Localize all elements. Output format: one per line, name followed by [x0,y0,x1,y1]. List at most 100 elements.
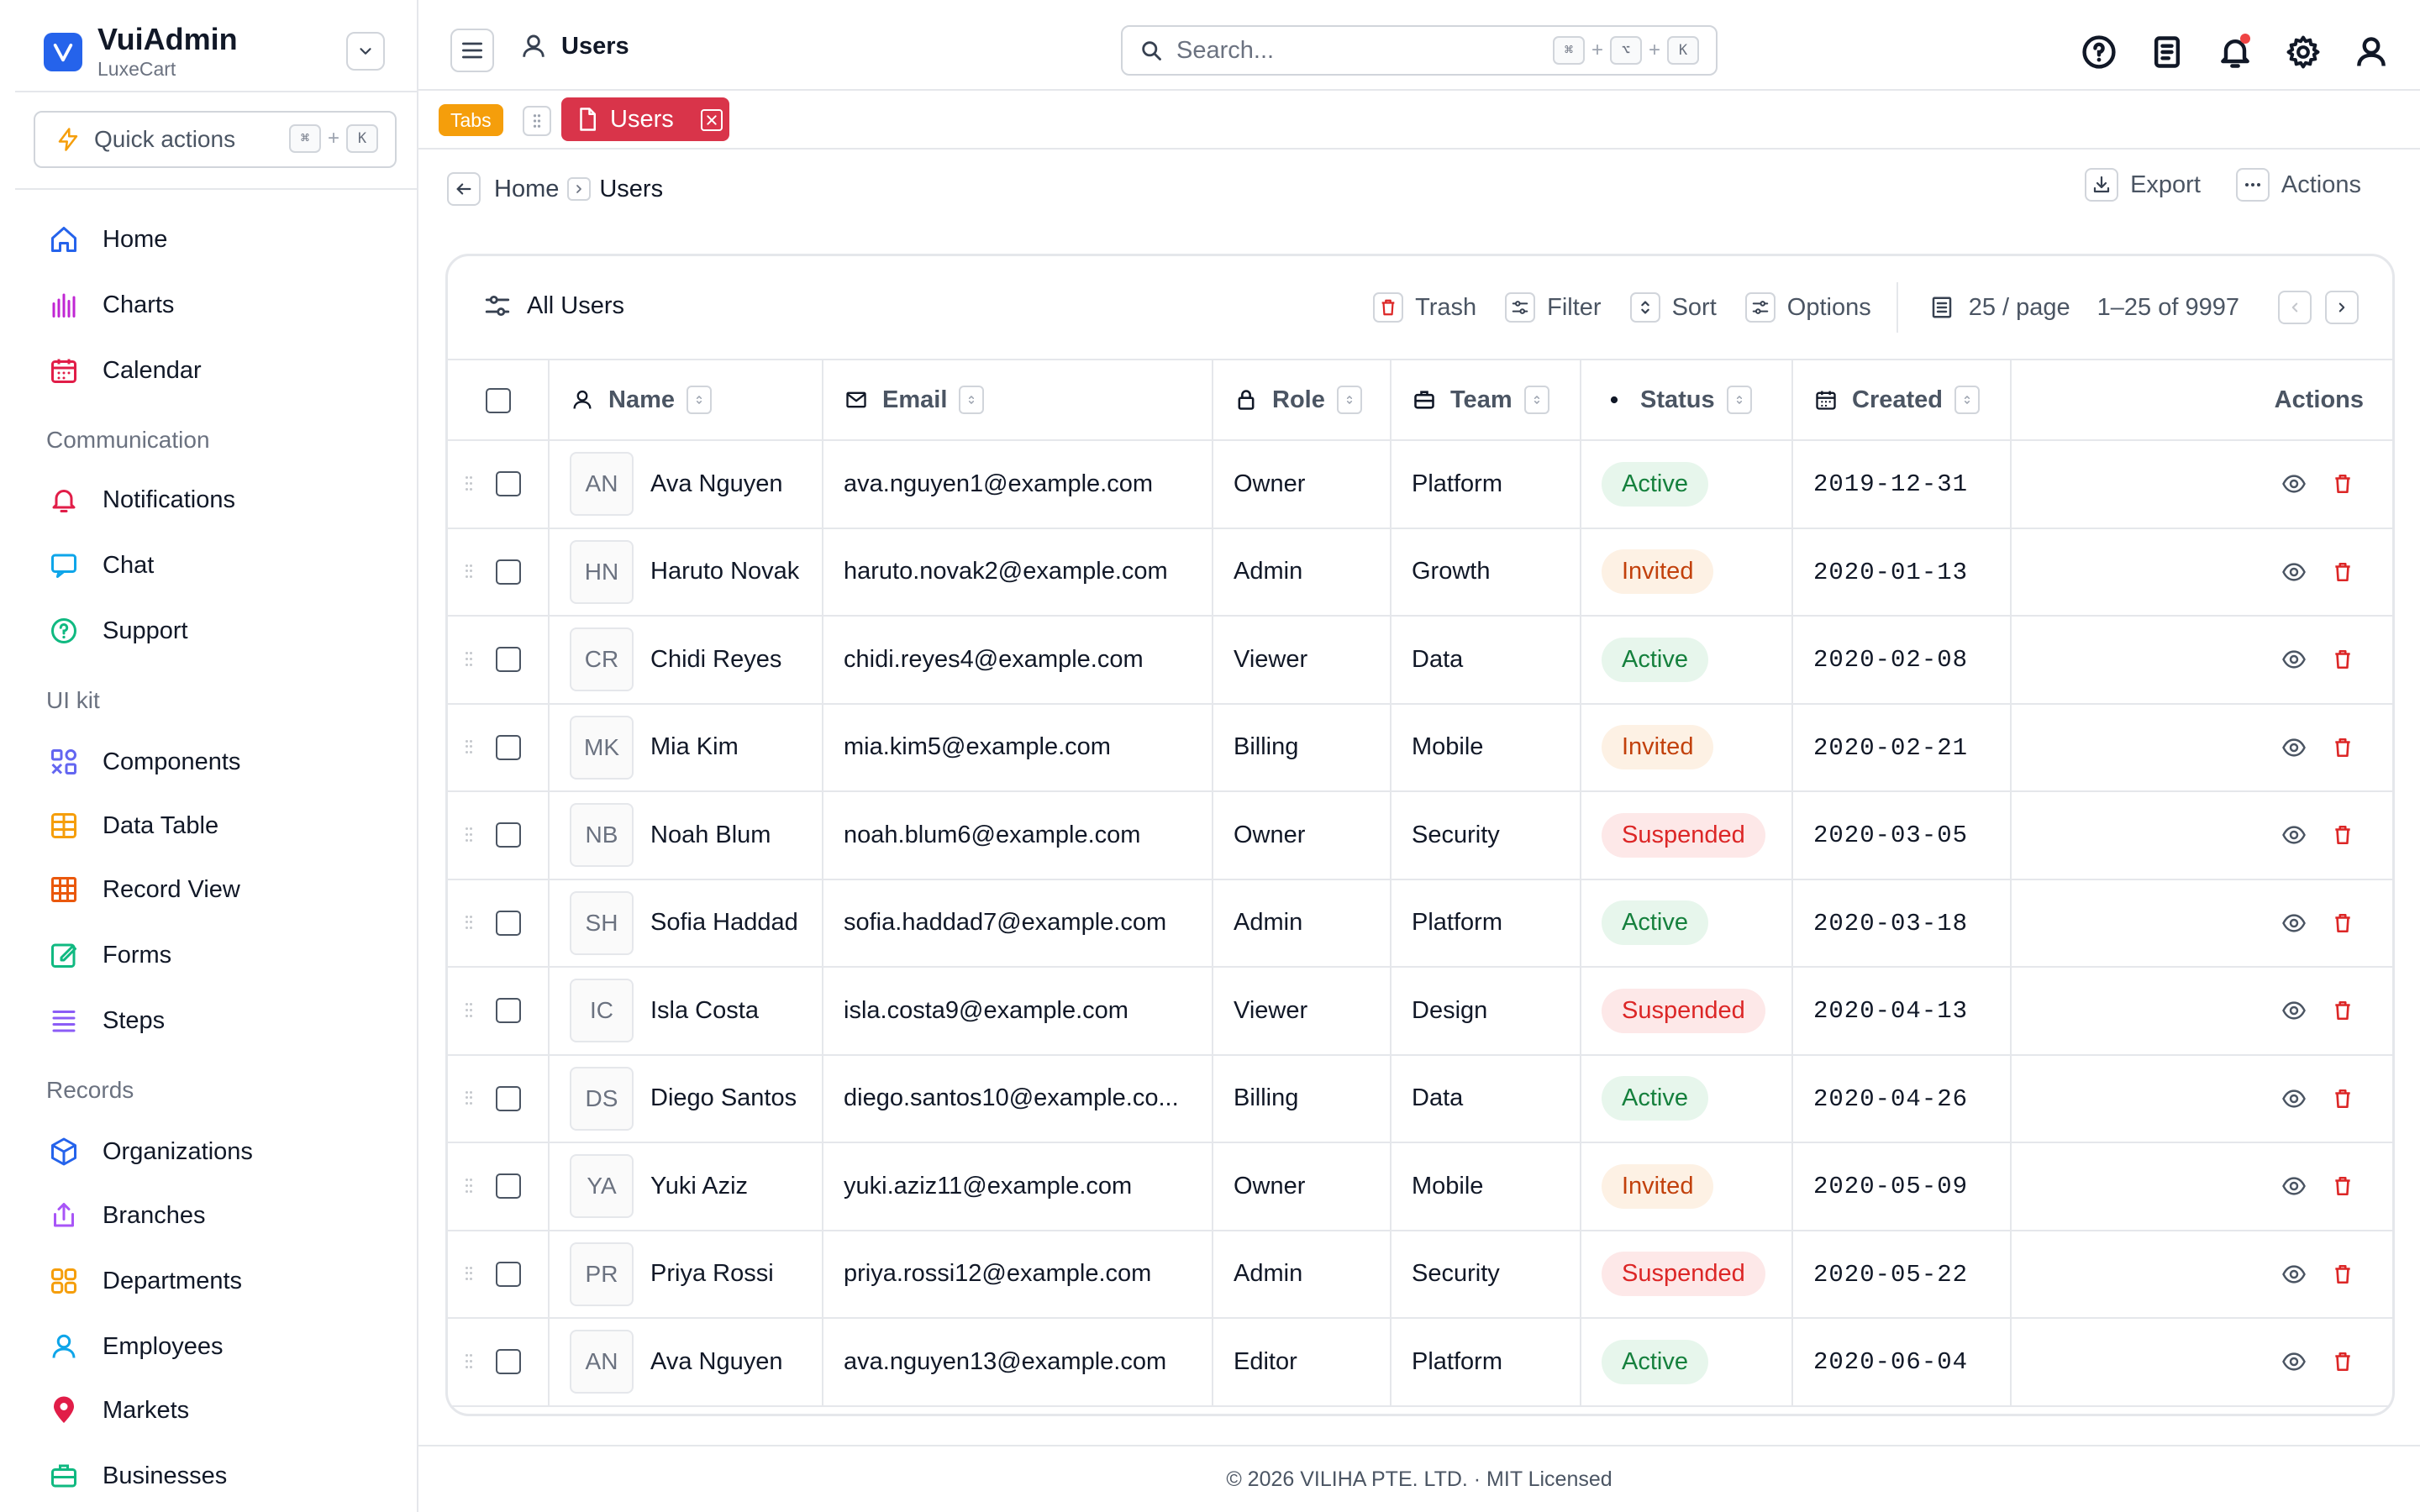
docs-button[interactable] [2144,29,2191,76]
drag-handle-icon[interactable] [523,106,551,136]
back-button[interactable] [447,172,481,206]
sidebar-item-notifications[interactable]: Notifications [47,479,235,521]
next-page-button[interactable] [2325,291,2359,324]
drag-handle-icon[interactable] [465,915,474,931]
column-header-status[interactable]: Status [1581,359,1793,441]
sort-toggle-icon[interactable] [1726,386,1752,414]
global-search[interactable]: ⌘ + ⌥ + K [1121,25,1718,76]
breadcrumb-home-link[interactable]: Home [494,176,559,203]
view-icon[interactable] [2276,642,2312,677]
drag-handle-icon[interactable] [465,827,474,843]
sidebar-item-chat[interactable]: Chat [47,544,154,586]
settings-button[interactable] [2280,29,2327,76]
sidebar-item-support[interactable]: Support [47,610,188,652]
table-row[interactable]: CR Chidi Reyes chidi.reyes4@example.com Vie… [448,616,2392,705]
table-row[interactable]: AN Ava Nguyen ava.nguyen13@example.com Edit… [448,1318,2392,1407]
row-checkbox[interactable] [495,647,521,673]
table-row[interactable]: NB Noah Blum noah.blum6@example.com Owner Se… [448,791,2392,880]
view-icon[interactable] [2276,466,2312,501]
view-selector[interactable]: All Users [483,291,624,320]
delete-icon[interactable] [2325,1168,2360,1204]
options-button[interactable]: Options [1744,292,1871,323]
drag-handle-icon[interactable] [465,1266,474,1282]
view-icon[interactable] [2276,1344,2312,1379]
view-icon[interactable] [2276,993,2312,1028]
sidebar-item-businesses[interactable]: Businesses [47,1455,227,1497]
sidebar-item-organizations[interactable]: Organizations [47,1131,253,1173]
row-checkbox[interactable] [495,1173,521,1200]
sidebar-item-steps[interactable]: Steps [47,1000,165,1042]
column-header-name[interactable]: Name [549,359,823,441]
delete-icon[interactable] [2325,1344,2360,1379]
drag-handle-icon[interactable] [465,1179,474,1194]
row-checkbox[interactable] [495,910,521,936]
row-checkbox[interactable] [495,471,521,497]
delete-icon[interactable] [2325,554,2360,590]
delete-icon[interactable] [2325,730,2360,765]
row-checkbox[interactable] [495,1261,521,1287]
prev-page-button[interactable] [2278,291,2312,324]
sidebar-item-charts[interactable]: Charts [47,284,174,326]
table-row[interactable]: DS Diego Santos diego.santos10@example.co.… [448,1054,2392,1143]
drag-handle-icon[interactable] [465,476,474,491]
row-checkbox[interactable] [495,1349,521,1375]
table-row[interactable]: SH Sofia Haddad sofia.haddad7@example.com A… [448,879,2392,968]
column-header-email[interactable]: Email [823,359,1213,441]
table-row[interactable]: HN Haruto Novak haruto.novak2@example.com A… [448,528,2392,617]
row-checkbox[interactable] [495,998,521,1024]
sort-toggle-icon[interactable] [1954,386,1980,414]
delete-icon[interactable] [2325,1257,2360,1292]
drag-handle-icon[interactable] [465,564,474,580]
export-button[interactable]: Export [2085,168,2201,202]
drag-handle-icon[interactable] [465,1354,474,1369]
page-size-select[interactable]: 25 / page [1927,292,2070,323]
table-row[interactable]: YA Yuki Aziz yuki.aziz11@example.com Owner M… [448,1142,2392,1231]
sort-toggle-icon[interactable] [959,386,985,414]
profile-button[interactable] [2348,29,2395,76]
sort-toggle-icon[interactable] [1523,386,1549,414]
table-row[interactable]: AN Ava Nguyen ava.nguyen1@example.com Owner… [448,440,2392,529]
view-icon[interactable] [2276,817,2312,853]
quick-actions-button[interactable]: Quick actions ⌘ + K [34,111,397,168]
view-icon[interactable] [2276,1168,2312,1204]
delete-icon[interactable] [2325,817,2360,853]
view-icon[interactable] [2276,1081,2312,1116]
table-row[interactable]: IC Isla Costa isla.costa9@example.com Viewe… [448,967,2392,1056]
column-header-created[interactable]: Created [1792,359,2012,441]
search-input[interactable] [1176,36,1512,65]
delete-icon[interactable] [2325,642,2360,677]
filter-button[interactable]: Filter [1505,292,1602,323]
sort-toggle-icon[interactable] [1336,386,1362,414]
drag-handle-icon[interactable] [465,1090,474,1106]
sidebar-item-data-table[interactable]: Data Table [47,805,218,847]
row-checkbox[interactable] [495,1085,521,1111]
actions-menu-button[interactable]: Actions [2235,168,2361,202]
sidebar-item-record-view[interactable]: Record View [47,869,240,911]
sidebar-item-departments[interactable]: Departments [47,1260,242,1302]
sidebar-item-branches[interactable]: Branches [47,1194,206,1236]
delete-icon[interactable] [2325,993,2360,1028]
table-row[interactable]: PR Priya Rossi priya.rossi12@example.com Ad… [448,1230,2392,1319]
sort-toggle-icon[interactable] [687,386,712,414]
help-button[interactable] [2075,29,2123,76]
close-icon[interactable] [701,109,723,131]
column-header-team[interactable]: Team [1391,359,1581,441]
row-checkbox[interactable] [495,734,521,760]
column-header-role[interactable]: Role [1213,359,1392,441]
sidebar-item-forms[interactable]: Forms [47,934,171,976]
drag-handle-icon[interactable] [465,1003,474,1018]
view-icon[interactable] [2276,730,2312,765]
delete-icon[interactable] [2325,906,2360,941]
workspace-switcher-button[interactable] [346,32,385,71]
view-icon[interactable] [2276,554,2312,590]
table-row[interactable]: MK Mia Kim mia.kim5@example.com Billing Mobi… [448,703,2392,792]
delete-icon[interactable] [2325,1081,2360,1116]
row-checkbox[interactable] [495,559,521,585]
sidebar-item-calendar[interactable]: Calendar [47,349,202,391]
sidebar-item-employees[interactable]: Employees [47,1326,223,1368]
trash-button[interactable]: Trash [1373,292,1476,323]
notifications-button[interactable] [2212,29,2259,76]
sort-button[interactable]: Sort [1629,292,1717,323]
sidebar-item-markets[interactable]: Markets [47,1389,189,1431]
tab-users[interactable]: Users [561,97,729,141]
